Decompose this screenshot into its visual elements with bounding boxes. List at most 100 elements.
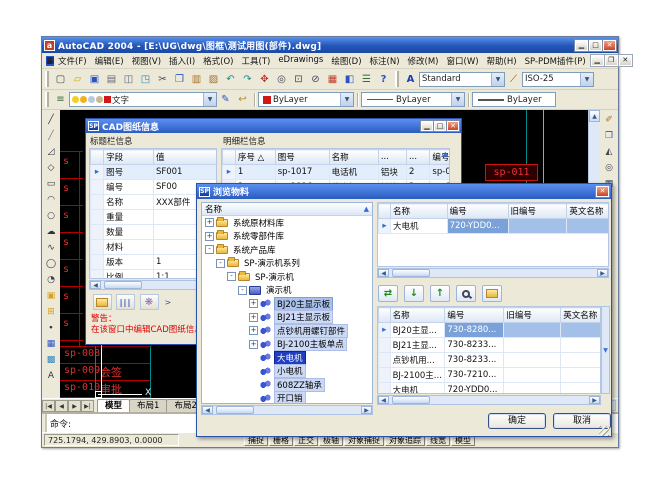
dialog-close-button[interactable]: ✕	[596, 186, 609, 197]
bottom-table-hscrollbar[interactable]: ◀ ▶	[377, 395, 601, 405]
column-header[interactable]: 名称	[390, 308, 445, 323]
chevron-down-icon[interactable]: ▼	[340, 93, 353, 106]
column-header[interactable]: 值	[153, 150, 217, 165]
tab-layout1[interactable]: 布局1	[129, 399, 167, 412]
ellipse-arc-button[interactable]: ◔	[44, 272, 59, 287]
resize-grip[interactable]	[599, 426, 609, 436]
chevron-down-icon[interactable]: ▼	[580, 73, 593, 86]
offset-button[interactable]: ◎	[602, 160, 617, 175]
column-header[interactable]: 英文名称	[561, 308, 601, 323]
top-table-hscrollbar[interactable]: ◀ ▶	[377, 268, 609, 278]
polyline-button[interactable]: ◿	[44, 144, 59, 159]
minimize-button[interactable]: ▁	[575, 40, 588, 51]
chevron-down-icon[interactable]: ▼	[451, 93, 464, 106]
titlebar[interactable]: a AutoCAD 2004 - [E:\UG\dwg\图框\测试用图(部件).…	[42, 37, 618, 53]
barcode-button[interactable]: |||	[116, 294, 135, 310]
zoom-window-button[interactable]: ⊡	[291, 71, 307, 87]
toolbar-overflow-chevron[interactable]: >	[165, 298, 172, 307]
maximize-button[interactable]: □	[589, 40, 602, 51]
pan-button[interactable]: ✥	[257, 71, 273, 87]
dialog-minimize-button[interactable]: ▁	[421, 121, 433, 131]
new-button[interactable]: ▢	[53, 71, 69, 87]
scroll-left-icon[interactable]: ◀	[378, 396, 389, 404]
text-button[interactable]: A	[44, 368, 59, 383]
close-button[interactable]: ✕	[603, 40, 616, 51]
color-combo[interactable]: ByLayer ▼	[258, 92, 354, 107]
revision-cloud-button[interactable]: ☁	[44, 224, 59, 239]
menu-item[interactable]: 绘图(D)	[327, 54, 365, 68]
mdi-restore-button[interactable]: ❐	[605, 55, 618, 66]
ellipse-button[interactable]: ◯	[44, 256, 59, 271]
lineweight-combo[interactable]: ByLayer	[472, 92, 556, 107]
scroll-left-icon[interactable]: ◀	[378, 269, 389, 277]
mdi-minimize-button[interactable]: ▁	[591, 55, 604, 66]
menu-item[interactable]: 插入(I)	[165, 54, 199, 68]
open-folder-button[interactable]	[482, 285, 502, 302]
zoom-previous-button[interactable]: ⊘	[308, 71, 324, 87]
open-folder-button[interactable]	[93, 294, 112, 310]
tree-item[interactable]: -SP-演示机	[202, 270, 372, 284]
menu-item[interactable]: 格式(O)	[199, 54, 237, 68]
plot-button[interactable]: ▤	[104, 71, 120, 87]
tab-next-icon[interactable]: ▶	[68, 400, 81, 412]
tree-hscrollbar[interactable]: ◀ ▶	[201, 405, 373, 415]
point-button[interactable]: ∙	[44, 320, 59, 335]
menu-item[interactable]: 编辑(E)	[91, 54, 128, 68]
tree-item[interactable]: 大电机	[202, 351, 372, 365]
circle-button[interactable]: ○	[44, 208, 59, 223]
toolbar-grip[interactable]	[45, 71, 49, 87]
scroll-left-icon[interactable]: ◀	[90, 281, 101, 289]
tree-item[interactable]: 608ZZ轴承	[202, 378, 372, 392]
settings-add-button[interactable]: ❋	[140, 294, 159, 310]
redo-button[interactable]: ↷	[240, 71, 256, 87]
tree-header[interactable]: 名称 ▲	[202, 203, 372, 216]
dim-style-combo[interactable]: ISO-25 ▼	[522, 72, 594, 87]
expand-icon[interactable]: +	[249, 326, 258, 335]
tree-item[interactable]: -SP-演示机系列	[202, 257, 372, 271]
download-button[interactable]: ↓	[404, 285, 424, 302]
toolbar-grip[interactable]	[395, 71, 399, 87]
line-button[interactable]: ╱	[44, 112, 59, 127]
expand-icon[interactable]: +	[249, 313, 258, 322]
scroll-up-icon[interactable]: ▲	[364, 205, 369, 213]
bottom-table-vscrollbar[interactable]: ▼	[601, 306, 610, 394]
help-button[interactable]: ?	[376, 71, 392, 87]
table-row[interactable]: BJ21主显...730-8233...	[379, 338, 602, 353]
browse-dialog-titlebar[interactable]: SP 浏览物料 ✕	[197, 184, 611, 199]
tree-item[interactable]: 小电机	[202, 365, 372, 379]
make-block-button[interactable]: ⊞	[44, 304, 59, 319]
menu-item[interactable]: 视图(V)	[128, 54, 165, 68]
column-header[interactable]: 图号	[275, 150, 329, 165]
column-header[interactable]: 英文名称	[567, 204, 609, 219]
menu-item[interactable]: 标注(N)	[366, 54, 404, 68]
scroll-right-icon[interactable]: ▶	[361, 406, 372, 414]
expand-icon[interactable]: +	[205, 218, 214, 227]
collapse-icon[interactable]: -	[238, 286, 247, 295]
chevron-down-icon[interactable]: ▼	[203, 93, 216, 106]
sheet-set-button[interactable]: ▦	[325, 71, 341, 87]
construction-line-button[interactable]: ╱	[44, 128, 59, 143]
region-button[interactable]: ▩	[44, 352, 59, 367]
toolbar-grip[interactable]	[45, 92, 49, 107]
tree-item[interactable]: -演示机	[202, 284, 372, 298]
hatch-button[interactable]: ▦	[44, 336, 59, 351]
make-layer-current-icon[interactable]: ✎	[218, 92, 234, 108]
open-button[interactable]: ▱	[70, 71, 86, 87]
tab-last-icon[interactable]: ▶|	[81, 400, 94, 412]
upload-button[interactable]: ↑	[430, 285, 450, 302]
linetype-combo[interactable]: ByLayer ▼	[361, 92, 465, 107]
column-header[interactable]: 字段	[104, 150, 154, 165]
layer-combo[interactable]: 文字 ▼	[69, 92, 217, 107]
rectangle-button[interactable]: ▭	[44, 176, 59, 191]
column-header[interactable]: 编号	[445, 308, 504, 323]
tree-item[interactable]: 开口销	[202, 392, 372, 405]
table-row[interactable]: BJ-2100主...730-7210...	[379, 368, 602, 383]
match-properties-button[interactable]: ▨	[206, 71, 222, 87]
scroll-up-icon[interactable]: ▲	[443, 150, 448, 158]
plot-preview-button[interactable]: ◫	[121, 71, 137, 87]
menu-item[interactable]: eDrawings	[274, 54, 327, 68]
chevron-down-icon[interactable]: ▼	[491, 73, 504, 86]
erase-button[interactable]: ✐	[602, 112, 617, 127]
publish-button[interactable]: ◳	[138, 71, 154, 87]
collapse-icon[interactable]: -	[205, 245, 214, 254]
